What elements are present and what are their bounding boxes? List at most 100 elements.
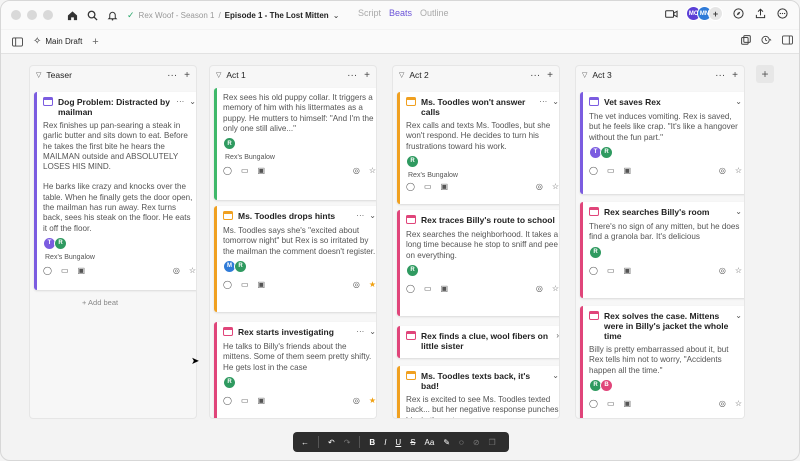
star-icon[interactable]: ☆	[552, 182, 559, 191]
chevron-down-icon[interactable]: ⌄	[333, 11, 340, 20]
beat-title[interactable]: Rex searches Billy's room	[604, 207, 730, 217]
redo-icon[interactable]: ↷	[344, 438, 351, 447]
comment-icon[interactable]: ◯	[589, 166, 598, 175]
minimize-window-button[interactable]	[27, 10, 37, 20]
note-icon[interactable]: ▣	[258, 396, 266, 405]
add-icon[interactable]: +	[732, 70, 738, 81]
chevron-down-icon[interactable]: ⌄	[735, 97, 742, 106]
add-beat-button[interactable]: + Add beat	[82, 298, 118, 307]
chevron-down-icon[interactable]: ⌄	[189, 97, 196, 106]
add-icon[interactable]: +	[184, 70, 190, 81]
more-icon[interactable]: ···	[356, 211, 364, 220]
draft-selector[interactable]: ✧ Main Draft	[33, 36, 82, 47]
image-icon[interactable]: ▭	[424, 284, 432, 293]
comment-icon[interactable]: ◯	[223, 280, 232, 289]
comment-icon[interactable]: ◯	[589, 266, 598, 275]
breadcrumb-episode[interactable]: Episode 1 - The Lost Mitten	[225, 11, 329, 20]
image-icon[interactable]: ▭	[607, 266, 615, 275]
copy-icon[interactable]: ❐	[489, 438, 496, 447]
image-icon[interactable]: ▭	[607, 166, 615, 175]
italic-button[interactable]: I	[384, 438, 386, 447]
beat-title[interactable]: Vet saves Rex	[604, 97, 730, 107]
note-icon[interactable]: ▣	[78, 266, 86, 275]
star-icon[interactable]: ★	[369, 280, 376, 289]
more-options-icon[interactable]	[775, 7, 789, 21]
beat-card[interactable]: Vet saves Rex ⌄ The vet induces vomiting…	[580, 92, 744, 194]
comment-icon[interactable]: ◯	[223, 396, 232, 405]
strikethrough-button[interactable]: S	[410, 438, 415, 447]
beat-title[interactable]: Ms. Toodles won't answer calls	[421, 97, 534, 117]
avatar[interactable]: R	[589, 245, 602, 259]
avatar[interactable]: R	[406, 154, 419, 168]
image-icon[interactable]: ▭	[607, 399, 615, 408]
bell-icon[interactable]	[105, 8, 119, 22]
star-icon[interactable]: ☆	[735, 266, 742, 275]
breadcrumb-project[interactable]: Rex Woof - Season 1	[139, 11, 215, 20]
chevron-down-icon[interactable]: ⌄	[369, 327, 376, 336]
comment-icon[interactable]: ◌	[459, 438, 464, 447]
image-icon[interactable]: ▭	[241, 280, 249, 289]
add-column-button[interactable]: +	[756, 65, 774, 83]
star-icon[interactable]: ☆	[552, 284, 559, 293]
star-icon[interactable]: ☆	[369, 166, 376, 175]
beat-card[interactable]: Rex starts investigating ··· ⌄ He talks t…	[214, 322, 376, 418]
beat-card[interactable]: Dog Problem: Distracted by mailman ··· ⌄ …	[34, 92, 196, 290]
back-arrow-icon[interactable]: ←	[301, 438, 309, 447]
more-icon[interactable]: ···	[347, 70, 357, 81]
comment-icon[interactable]: ◯	[406, 182, 415, 191]
chevron-down-icon[interactable]: ▽	[399, 71, 404, 79]
more-icon[interactable]: ···	[356, 327, 364, 336]
note-icon[interactable]: ▣	[441, 284, 449, 293]
chevron-down-icon[interactable]: ⌄	[552, 371, 559, 380]
beat-card[interactable]: Ms. Toodles drops hints ··· ⌄ Ms. Toodles…	[214, 206, 376, 312]
beat-description[interactable]: Rex sees his old puppy collar. It trigge…	[217, 88, 376, 134]
note-icon[interactable]: ▣	[624, 399, 632, 408]
column-title[interactable]: Act 1	[226, 70, 245, 80]
beat-description[interactable]: Ms. Toodles says she's "excited about to…	[217, 222, 376, 257]
beat-description[interactable]: Rex is excited to see Ms. Toodles texted…	[400, 391, 559, 418]
target-icon[interactable]: ◎	[719, 266, 726, 275]
bold-button[interactable]: B	[369, 438, 375, 447]
add-icon[interactable]: +	[364, 70, 370, 81]
location-label[interactable]: Rex's Bungalow	[217, 153, 376, 162]
location-label[interactable]: Rex's Bungalow	[37, 253, 196, 262]
star-icon[interactable]: ★	[369, 396, 376, 405]
beat-title[interactable]: Rex solves the case. Mittens were in Bil…	[604, 311, 730, 341]
target-icon[interactable]: ◎	[353, 166, 360, 175]
panel-toggle-icon[interactable]	[782, 35, 793, 47]
comment-icon[interactable]: ◯	[589, 399, 598, 408]
maximize-window-button[interactable]	[43, 10, 53, 20]
search-icon[interactable]	[85, 8, 99, 22]
copy-icon[interactable]	[741, 35, 751, 47]
video-icon[interactable]	[664, 7, 678, 21]
more-icon[interactable]: ···	[176, 97, 184, 106]
column-title[interactable]: Act 2	[409, 70, 428, 80]
beat-card[interactable]: Rex finds a clue, wool fibers on little …	[397, 326, 559, 358]
image-icon[interactable]: ▭	[241, 396, 249, 405]
image-icon[interactable]: ▭	[61, 266, 69, 275]
compass-icon[interactable]	[731, 7, 745, 21]
note-icon[interactable]: ▣	[441, 182, 449, 191]
beat-title[interactable]: Rex traces Billy's route to school	[421, 215, 559, 225]
beat-title[interactable]: Dog Problem: Distracted by mailman	[58, 97, 171, 117]
chevron-down-icon[interactable]: ▽	[582, 71, 587, 79]
add-icon[interactable]: +	[547, 70, 553, 81]
image-icon[interactable]: ▭	[424, 182, 432, 191]
star-icon[interactable]: ☆	[735, 166, 742, 175]
chevron-down-icon[interactable]: ▽	[36, 71, 41, 79]
column-title[interactable]: Act 3	[592, 70, 611, 80]
add-draft-button[interactable]: +	[92, 36, 98, 48]
avatar[interactable]: B	[600, 378, 613, 392]
note-icon[interactable]: ▣	[624, 266, 632, 275]
location-label[interactable]: Rex's Bungalow	[400, 171, 559, 180]
highlight-icon[interactable]: ✎	[443, 438, 450, 447]
comment-icon[interactable]: ◯	[223, 166, 232, 175]
avatar[interactable]: R	[54, 236, 67, 250]
image-icon[interactable]: ▭	[241, 166, 249, 175]
target-icon[interactable]: ◎	[353, 396, 360, 405]
beat-card[interactable]: Rex searches Billy's room ⌄ There's no s…	[580, 202, 744, 298]
comment-icon[interactable]: ◯	[406, 284, 415, 293]
target-icon[interactable]: ◎	[536, 182, 543, 191]
target-icon[interactable]: ◎	[353, 280, 360, 289]
beat-card[interactable]: Ms. Toodles texts back, it's bad! ⌄ Rex …	[397, 366, 559, 418]
